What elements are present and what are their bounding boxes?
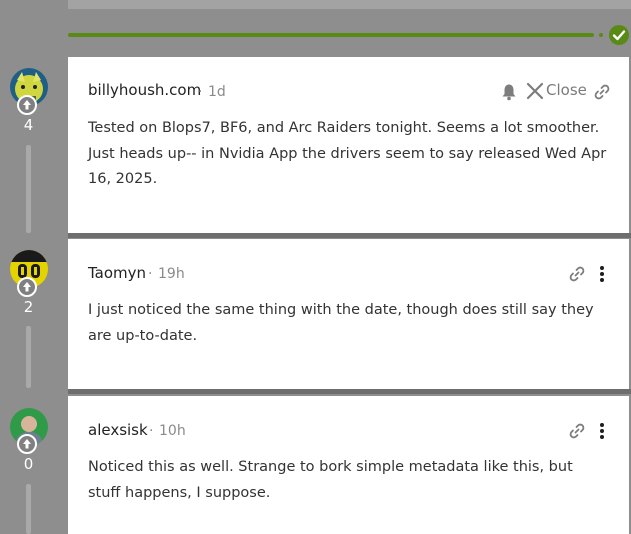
header-remnant — [68, 0, 631, 9]
more-icon[interactable] — [596, 265, 608, 287]
meta-separator: · — [148, 266, 153, 282]
post-card: alexsisk · 10h Noticed this as well. Str… — [68, 396, 629, 534]
upvote-button[interactable] — [17, 95, 37, 115]
progress-dot — [599, 33, 603, 37]
post-card: Taomyn · 19h I just noticed the same thi… — [68, 239, 629, 389]
post-card: billyhoush.com · 1d Close Tested on Blop… — [68, 57, 629, 233]
close-icon — [526, 82, 544, 100]
meta-separator: · — [198, 84, 203, 100]
upvote-button[interactable] — [17, 277, 37, 297]
vote-count: 0 — [23, 455, 34, 473]
post-time[interactable]: 10h — [159, 423, 186, 439]
author-name[interactable]: billyhoush.com — [88, 81, 201, 99]
upvote-button[interactable] — [17, 434, 37, 454]
divider — [68, 389, 631, 394]
link-icon[interactable] — [593, 83, 611, 105]
more-icon[interactable] — [596, 422, 608, 444]
author-name[interactable]: alexsisk — [88, 421, 148, 439]
meta-separator: · — [149, 423, 154, 439]
post-body: Tested on Blops7, BF6, and Arc Raiders t… — [88, 120, 607, 187]
post-body: I just noticed the same thing with the d… — [88, 302, 594, 344]
vote-count: 2 — [23, 298, 34, 316]
post-time[interactable]: 19h — [158, 266, 185, 282]
post-body: Noticed this as well. Strange to bork si… — [88, 459, 573, 501]
close-label: Close — [546, 81, 587, 99]
divider — [68, 233, 631, 238]
thread-line — [26, 484, 31, 534]
progress-bar — [68, 33, 594, 37]
post-time[interactable]: 1d — [208, 84, 226, 100]
thread-line — [26, 326, 31, 388]
thread-line — [26, 145, 31, 233]
bell-icon[interactable] — [501, 83, 517, 105]
check-icon — [609, 25, 629, 45]
link-icon[interactable] — [568, 265, 586, 287]
link-icon[interactable] — [568, 422, 586, 444]
vote-count: 4 — [23, 116, 34, 134]
close-button[interactable]: Close — [526, 81, 587, 104]
author-name[interactable]: Taomyn — [88, 264, 146, 282]
